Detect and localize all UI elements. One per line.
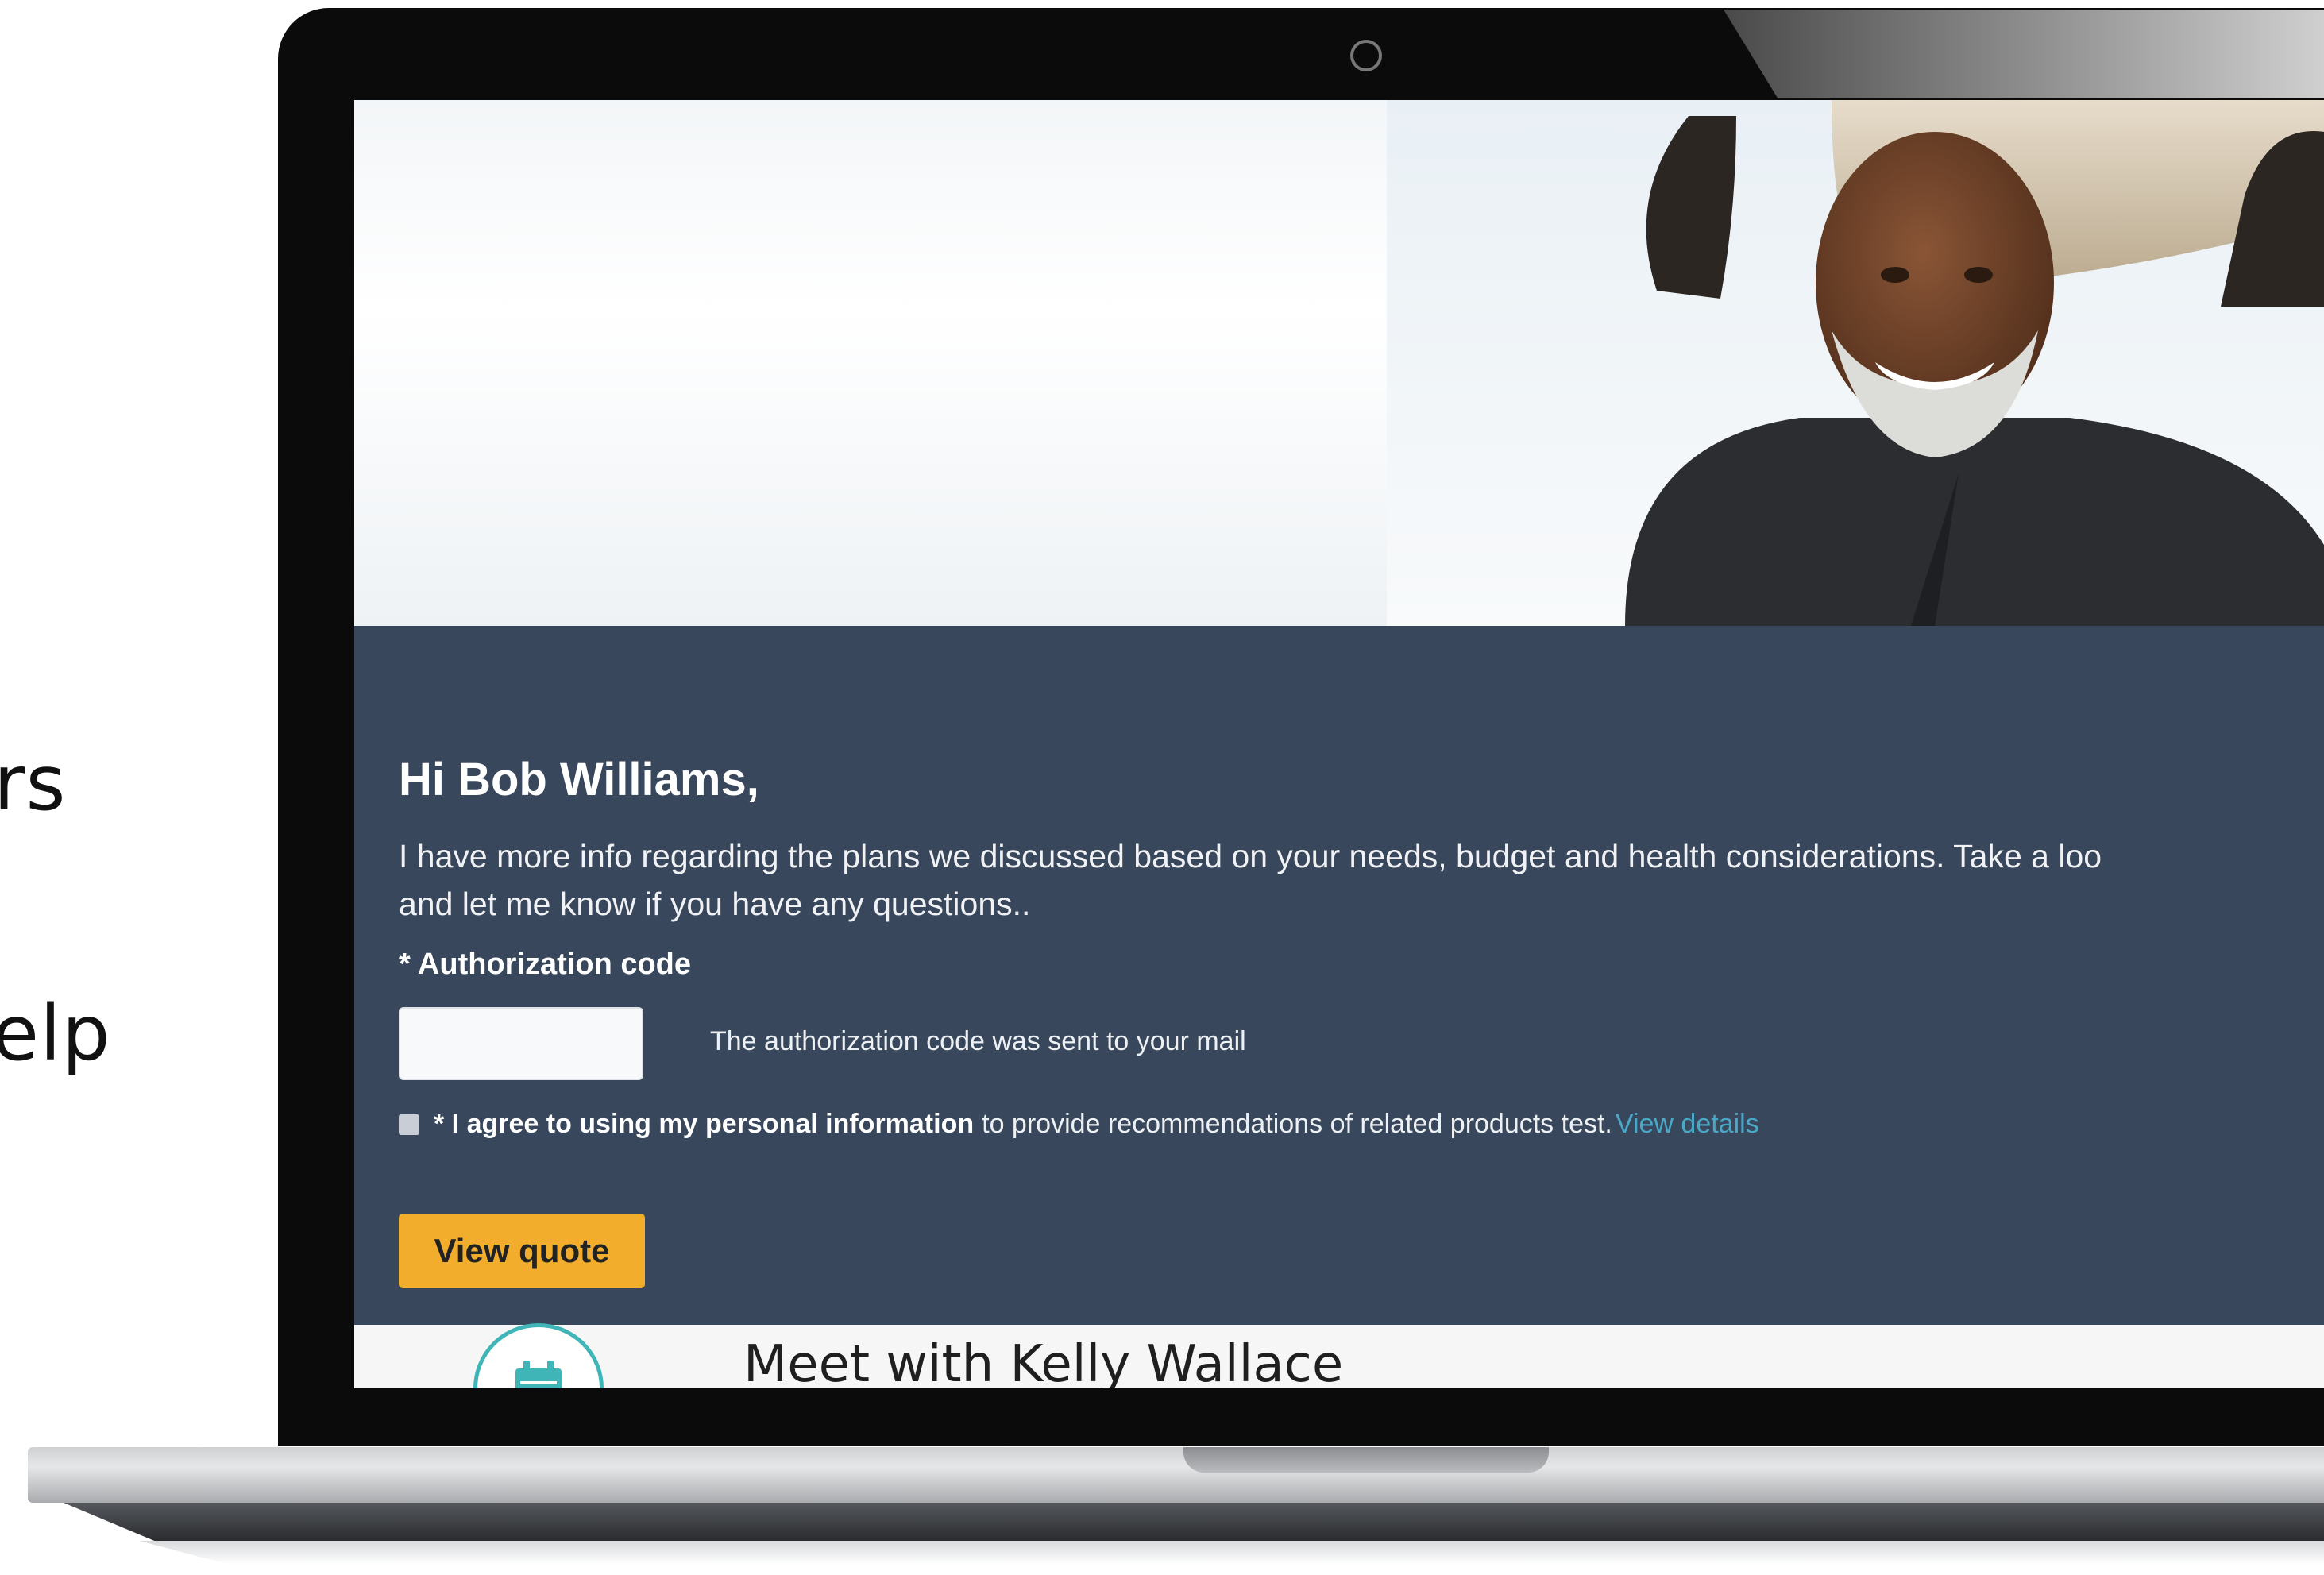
consent-row: * I agree to using my personal informati…: [399, 1109, 1759, 1140]
intro-message: I have more info regarding the plans we …: [399, 832, 2305, 928]
consent-label-strong: * I agree to using my personal informati…: [434, 1109, 975, 1139]
laptop-base-reflection: [139, 1541, 2324, 1565]
greeting-heading: Hi Bob Williams,: [399, 754, 759, 805]
laptop-hinge-notch: [1183, 1447, 1549, 1473]
laptop-screen: Hi Bob Williams, I have more info regard…: [354, 100, 2324, 1388]
view-quote-button[interactable]: View quote: [399, 1214, 645, 1288]
meet-title: Meet with Kelly Wallace: [743, 1335, 1344, 1388]
intro-line-2: and let me know if you have any question…: [399, 886, 1031, 922]
laptop-base: [28, 1447, 2324, 1503]
hero-banner: [354, 100, 2324, 626]
side-text-elp: elp: [0, 989, 111, 1078]
authorization-code-input[interactable]: [399, 1007, 643, 1080]
consent-label-rest: to provide recommendations of related pr…: [982, 1109, 1612, 1139]
webcam-icon: [1350, 40, 1382, 71]
view-details-link[interactable]: View details: [1616, 1109, 1759, 1140]
authorization-code-hint: The authorization code was sent to your …: [710, 1026, 1246, 1056]
quote-panel: Hi Bob Williams, I have more info regard…: [354, 626, 2324, 1325]
screen-glare: [1724, 10, 2324, 98]
surfer-photo: [1387, 100, 2324, 626]
laptop-base-underside: [64, 1503, 2324, 1541]
side-text-rs: rs: [0, 739, 67, 828]
authorization-code-label: * Authorization code: [399, 948, 692, 981]
intro-line-1: I have more info regarding the plans we …: [399, 838, 2102, 874]
consent-checkbox[interactable]: [399, 1114, 419, 1135]
